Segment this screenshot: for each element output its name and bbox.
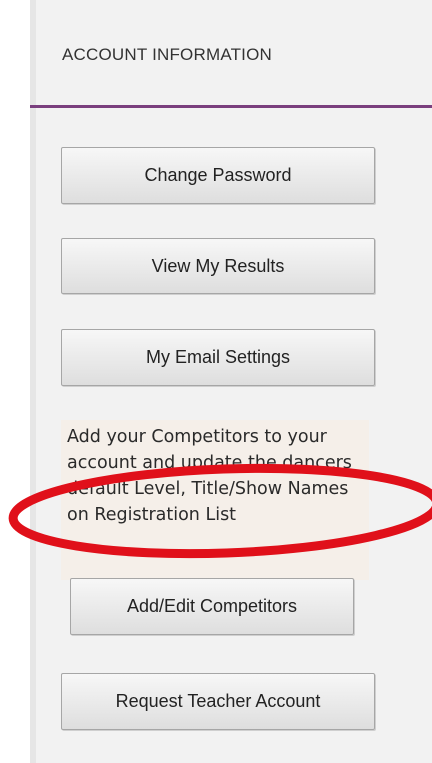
request-teacher-account-button[interactable]: Request Teacher Account: [61, 673, 375, 730]
header-divider: [30, 105, 432, 108]
panel-left-edge: [30, 0, 36, 763]
competitors-info-text: Add your Competitors to your account and…: [67, 427, 352, 525]
add-edit-competitors-button[interactable]: Add/Edit Competitors: [70, 578, 354, 635]
view-my-results-button[interactable]: View My Results: [61, 238, 375, 294]
email-settings-button[interactable]: My Email Settings: [61, 329, 375, 386]
sidebar-title: ACCOUNT INFORMATION: [62, 45, 272, 64]
change-password-button[interactable]: Change Password: [61, 147, 375, 204]
competitors-info-box: Add your Competitors to your account and…: [61, 420, 369, 580]
